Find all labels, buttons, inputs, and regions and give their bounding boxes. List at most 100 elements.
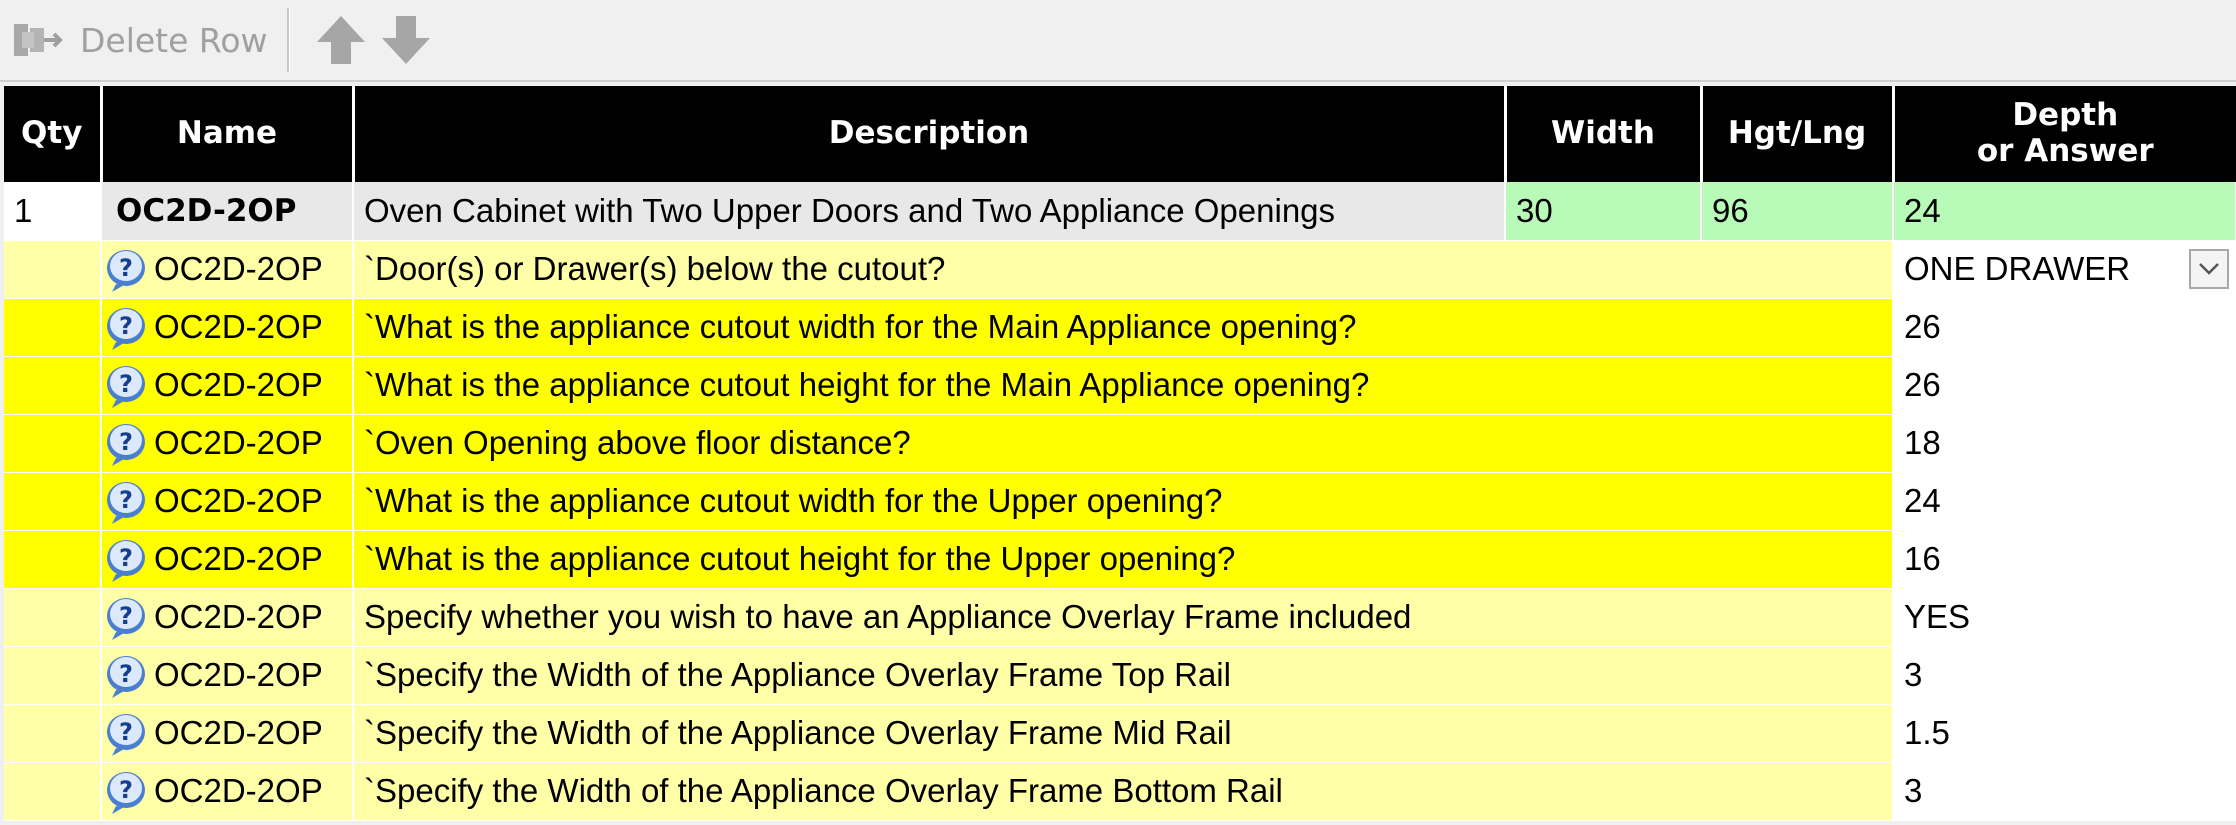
qty-cell xyxy=(4,472,102,531)
answer-input[interactable]: 1.5 xyxy=(1893,704,2236,763)
qty-cell xyxy=(4,762,102,821)
question-name: OC2D-2OP xyxy=(154,308,323,345)
question-text: `What is the appliance cutout height for… xyxy=(353,530,1894,589)
delete-row-icon xyxy=(14,24,63,56)
question-name: OC2D-2OP xyxy=(154,424,323,461)
svg-text:?: ? xyxy=(119,428,133,456)
question-text: `Specify the Width of the Appliance Over… xyxy=(353,646,1894,705)
svg-text:?: ? xyxy=(119,254,133,282)
help-question-icon: ? xyxy=(107,598,145,640)
name-cell: ? OC2D-2OP xyxy=(101,298,354,357)
question-text: Specify whether you wish to have an Appl… xyxy=(353,588,1894,647)
answer-input[interactable]: 26 xyxy=(1893,356,2236,415)
column-header-depth[interactable]: Depth or Answer xyxy=(1893,86,2236,182)
question-row[interactable]: ? OC2D-2OP `Specify the Width of the Appl… xyxy=(4,646,2236,705)
question-name: OC2D-2OP xyxy=(154,482,323,519)
question-row[interactable]: ? OC2D-2OP `Door(s) or Drawer(s) below th… xyxy=(4,240,2236,299)
cabinet-grid: Qty Name Description Width Hgt/Lng Depth… xyxy=(4,86,2236,821)
question-row[interactable]: ? OC2D-2OP `What is the appliance cutout … xyxy=(4,530,2236,589)
qty-cell xyxy=(4,356,102,415)
answer-input[interactable]: 26 xyxy=(1893,298,2236,357)
question-text: `Door(s) or Drawer(s) below the cutout? xyxy=(353,240,1894,299)
svg-text:?: ? xyxy=(119,776,133,804)
question-row[interactable]: ? OC2D-2OP `What is the appliance cutout … xyxy=(4,472,2236,531)
qty-cell xyxy=(4,588,102,647)
qty-cell xyxy=(4,414,102,473)
toolbar-separator xyxy=(287,8,290,72)
cabinet-row[interactable]: 1 OC2D-2OP Oven Cabinet with Two Upper D… xyxy=(4,182,2236,241)
question-name: OC2D-2OP xyxy=(154,656,323,693)
move-down-button[interactable] xyxy=(378,10,434,70)
answer-input[interactable]: 16 xyxy=(1893,530,2236,589)
help-question-icon: ? xyxy=(107,714,145,756)
question-text: `What is the appliance cutout width for … xyxy=(353,472,1894,531)
question-row[interactable]: ? OC2D-2OP Specify whether you wish to ha… xyxy=(4,588,2236,647)
column-header-hgt-lng[interactable]: Hgt/Lng xyxy=(1701,86,1895,182)
question-row[interactable]: ? OC2D-2OP `Oven Opening above floor dist… xyxy=(4,414,2236,473)
question-text: `What is the appliance cutout height for… xyxy=(353,356,1894,415)
name-cell[interactable]: OC2D-2OP xyxy=(101,182,354,241)
question-name: OC2D-2OP xyxy=(154,366,323,403)
question-name: OC2D-2OP xyxy=(154,598,323,635)
column-header-description[interactable]: Description xyxy=(353,86,1507,182)
name-cell: ? OC2D-2OP xyxy=(101,588,354,647)
question-text: `Specify the Width of the Appliance Over… xyxy=(353,762,1894,821)
column-header-name[interactable]: Name xyxy=(101,86,355,182)
help-question-icon: ? xyxy=(107,250,145,292)
svg-text:?: ? xyxy=(119,544,133,572)
question-row[interactable]: ? OC2D-2OP `Specify the Width of the Appl… xyxy=(4,704,2236,763)
help-question-icon: ? xyxy=(107,308,145,350)
help-question-icon: ? xyxy=(107,482,145,524)
svg-text:?: ? xyxy=(119,486,133,514)
name-cell: ? OC2D-2OP xyxy=(101,646,354,705)
arrow-up-icon xyxy=(317,16,365,64)
name-cell: ? OC2D-2OP xyxy=(101,240,354,299)
question-row[interactable]: ? OC2D-2OP `What is the appliance cutout … xyxy=(4,356,2236,415)
delete-row-label: Delete Row xyxy=(80,20,268,60)
svg-text:?: ? xyxy=(119,718,133,746)
move-up-button[interactable] xyxy=(313,10,369,70)
answer-input[interactable]: 3 xyxy=(1893,646,2236,705)
answer-dropdown[interactable]: ONE DRAWER xyxy=(1893,240,2236,299)
question-name: OC2D-2OP xyxy=(154,714,323,751)
column-header-width[interactable]: Width xyxy=(1505,86,1703,182)
question-name: OC2D-2OP xyxy=(154,772,323,809)
help-question-icon: ? xyxy=(107,772,145,814)
delete-row-button[interactable]: Delete Row xyxy=(12,10,268,70)
question-name: OC2D-2OP xyxy=(154,540,323,577)
help-question-icon: ? xyxy=(107,366,145,408)
qty-cell[interactable]: 1 xyxy=(4,182,102,241)
description-cell[interactable]: Oven Cabinet with Two Upper Doors and Tw… xyxy=(353,182,1506,241)
depth-header-line1: Depth xyxy=(2012,97,2119,134)
question-text: `Specify the Width of the Appliance Over… xyxy=(353,704,1894,763)
toolbar: Delete Row xyxy=(0,0,2236,82)
depth-header-line2: or Answer xyxy=(1976,133,2154,169)
width-cell[interactable]: 30 xyxy=(1505,182,1702,241)
answer-input[interactable]: 18 xyxy=(1893,414,2236,473)
question-row[interactable]: ? OC2D-2OP `Specify the Width of the Appl… xyxy=(4,762,2236,821)
name-cell: ? OC2D-2OP xyxy=(101,762,354,821)
answer-input[interactable]: 24 xyxy=(1893,472,2236,531)
dropdown-button[interactable] xyxy=(2189,249,2229,289)
question-text: `What is the appliance cutout width for … xyxy=(353,298,1894,357)
answer-input[interactable]: YES xyxy=(1893,588,2236,647)
svg-text:?: ? xyxy=(119,312,133,340)
cabinet-table: Qty Name Description Width Hgt/Lng Depth… xyxy=(4,86,2236,821)
header-row: Qty Name Description Width Hgt/Lng Depth… xyxy=(4,86,2236,182)
hgt-cell[interactable]: 96 xyxy=(1701,182,1894,241)
svg-text:?: ? xyxy=(119,370,133,398)
question-row[interactable]: ? OC2D-2OP `What is the appliance cutout … xyxy=(4,298,2236,357)
name-cell: ? OC2D-2OP xyxy=(101,530,354,589)
question-text: `Oven Opening above floor distance? xyxy=(353,414,1894,473)
column-header-qty[interactable]: Qty xyxy=(4,86,103,182)
svg-text:?: ? xyxy=(119,602,133,630)
answer-input[interactable]: 3 xyxy=(1893,762,2236,821)
help-question-icon: ? xyxy=(107,656,145,698)
question-name: OC2D-2OP xyxy=(154,250,323,287)
name-cell: ? OC2D-2OP xyxy=(101,414,354,473)
depth-cell[interactable]: 24 xyxy=(1893,182,2236,241)
name-cell: ? OC2D-2OP xyxy=(101,472,354,531)
chevron-down-icon xyxy=(2199,263,2219,275)
qty-cell xyxy=(4,530,102,589)
arrow-down-icon xyxy=(382,16,430,64)
